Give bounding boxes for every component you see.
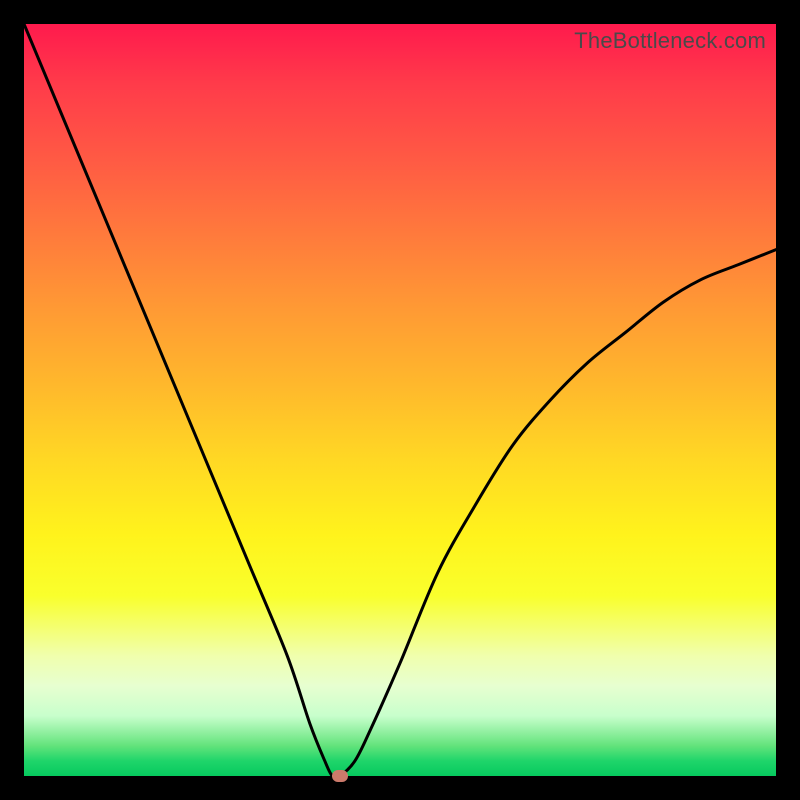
bottleneck-curve [24,24,776,778]
curve-svg [24,24,776,776]
chart-frame: TheBottleneck.com [0,0,800,800]
optimal-point-marker [332,770,348,782]
plot-area: TheBottleneck.com [24,24,776,776]
